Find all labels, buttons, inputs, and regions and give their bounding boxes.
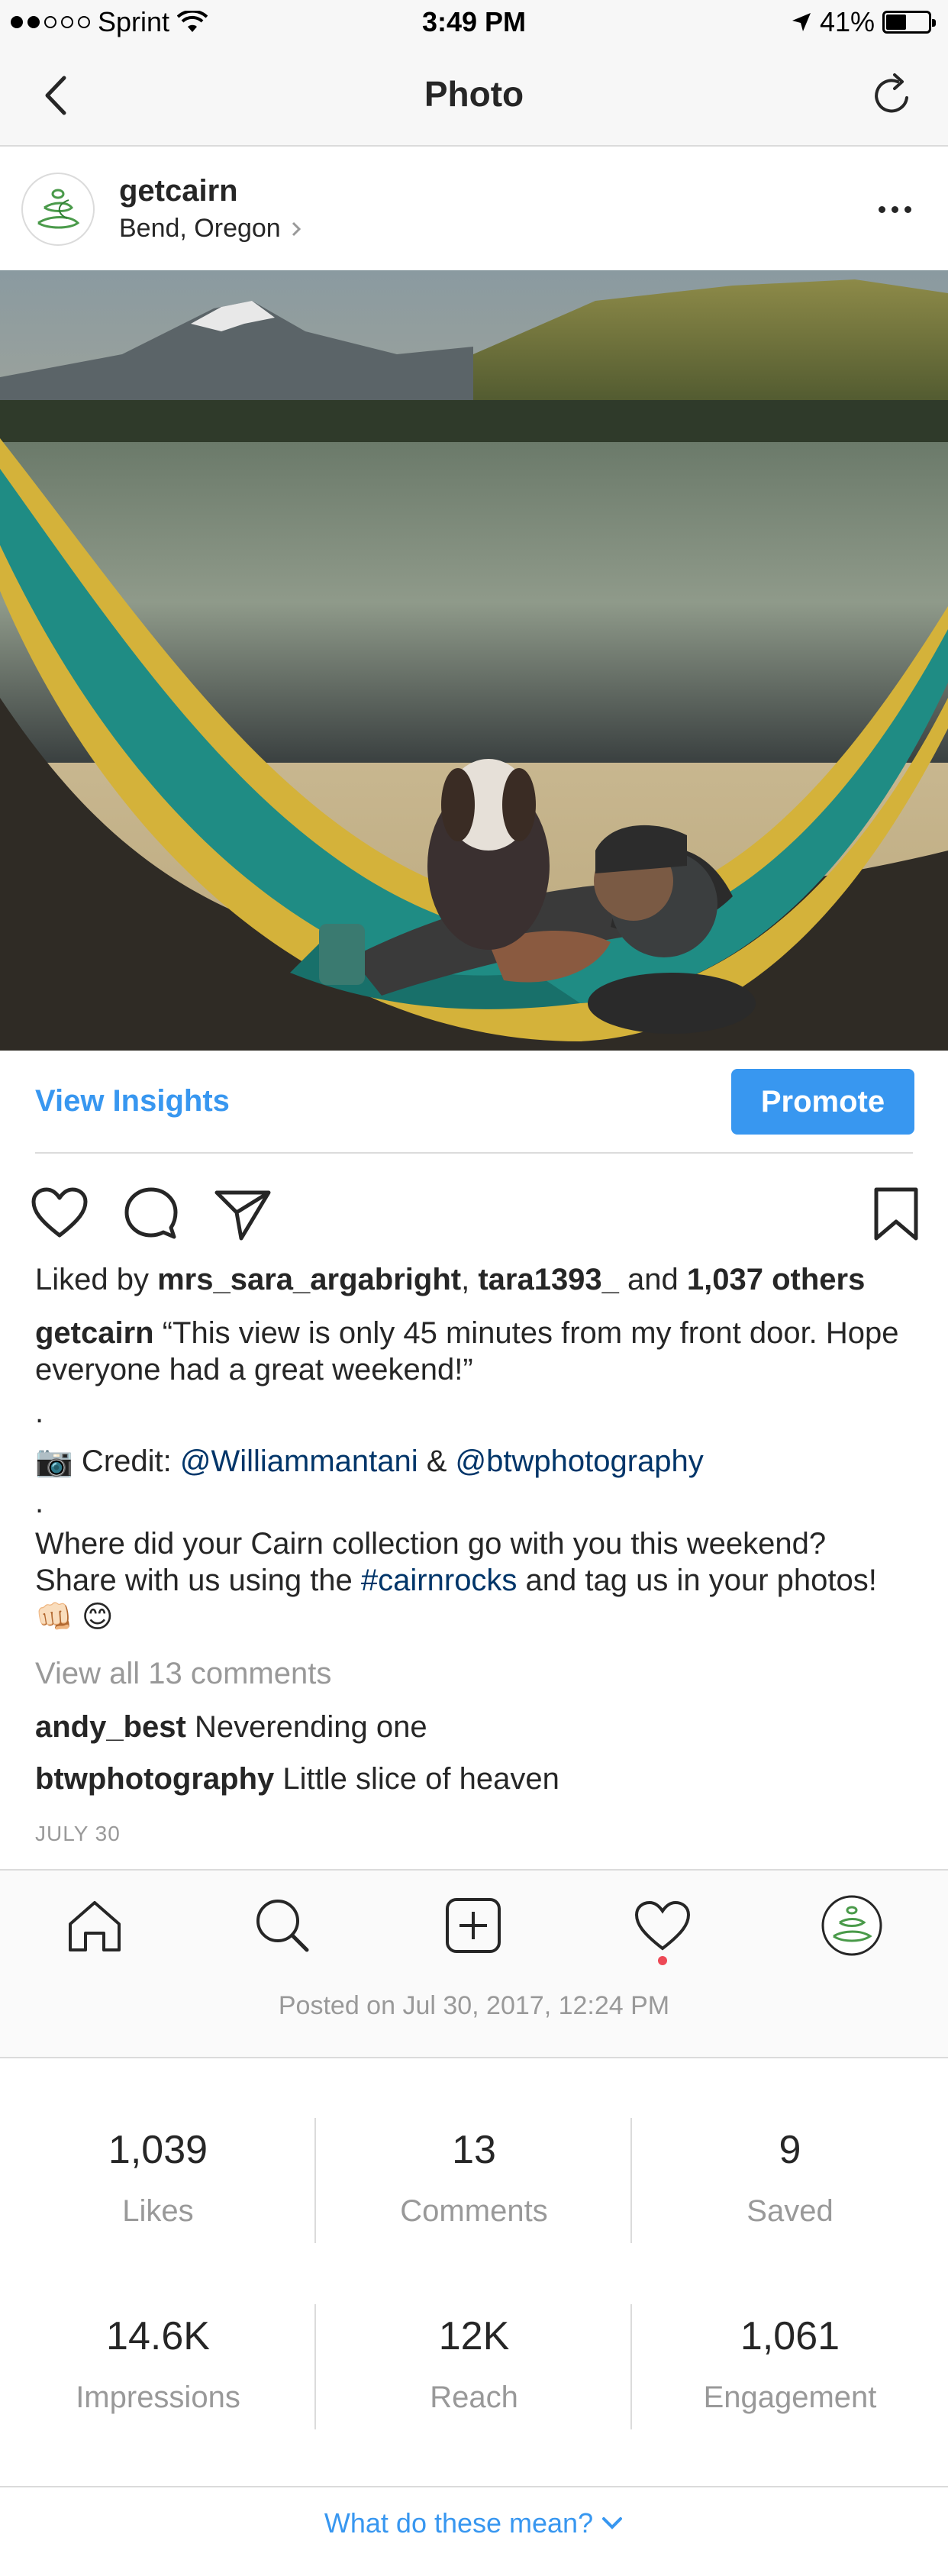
- stat-value: 13: [452, 2128, 496, 2172]
- chevron-right-icon: [292, 221, 301, 236]
- stat-label: Engagement: [703, 2381, 877, 2414]
- caption-username[interactable]: getcairn: [35, 1316, 154, 1350]
- stat-reach: 12K Reach: [316, 2313, 632, 2415]
- stat-saved: 9 Saved: [632, 2127, 948, 2229]
- avatar[interactable]: [21, 173, 95, 246]
- liker-1[interactable]: mrs_sara_argabright: [157, 1263, 461, 1296]
- comment-bubble-icon[interactable]: [121, 1183, 182, 1244]
- send-paper-plane-icon[interactable]: [212, 1183, 273, 1244]
- what-do-these-mean-link[interactable]: What do these mean?: [0, 2507, 948, 2539]
- stat-label: Comments: [400, 2194, 548, 2228]
- insights-row: View Insights Promote: [0, 1051, 948, 1153]
- status-right: 41%: [791, 6, 936, 38]
- caption: getcairn “This view is only 45 minutes f…: [35, 1315, 913, 1388]
- stat-value: 9: [779, 2128, 801, 2172]
- stat-label: Impressions: [76, 2381, 240, 2414]
- liker-2[interactable]: tara1393_: [478, 1263, 619, 1296]
- more-horizontal-icon[interactable]: [872, 200, 917, 218]
- stat-impressions: 14.6K Impressions: [0, 2313, 316, 2415]
- post-photo[interactable]: [0, 270, 948, 1051]
- view-all-comments-link[interactable]: View all 13 comments: [35, 1655, 913, 1692]
- bookmark-icon[interactable]: [866, 1183, 927, 1244]
- stat-engagement: 1,061 Engagement: [632, 2313, 948, 2415]
- status-bar: Sprint 3:49 PM 41%: [0, 0, 948, 46]
- divider: [630, 2304, 632, 2429]
- stat-label: Saved: [746, 2194, 834, 2228]
- tab-bar: [0, 1869, 948, 1977]
- add-post-icon[interactable]: [441, 1893, 505, 1958]
- divider: [314, 2304, 316, 2429]
- credit-handle-1[interactable]: @Williammantani: [180, 1445, 418, 1478]
- credit-label: Credit:: [73, 1445, 180, 1478]
- page-title: Photo: [424, 74, 524, 114]
- post-actions: [0, 1160, 948, 1260]
- insights-stats: 1,039 Likes 13 Comments 9 Saved 14.6K Im…: [0, 2058, 948, 2486]
- comment-item: andy_best Neverending one: [35, 1709, 913, 1745]
- stat-value: 12K: [438, 2314, 510, 2358]
- post-username[interactable]: getcairn: [119, 174, 238, 208]
- comment-text: Little slice of heaven: [274, 1762, 559, 1796]
- likes-sep: ,: [461, 1263, 479, 1296]
- caption-text: “This view is only 45 minutes from my fr…: [35, 1316, 899, 1386]
- stat-value: 14.6K: [106, 2314, 210, 2358]
- caption-question: Where did your Cairn collection go with …: [35, 1525, 913, 1635]
- post-header: getcairn Bend, Oregon: [0, 147, 948, 270]
- divider: [630, 2118, 632, 2243]
- hammock-lake-photo: [0, 270, 948, 1051]
- stat-likes: 1,039 Likes: [0, 2127, 316, 2229]
- stat-value: 1,039: [108, 2128, 208, 2172]
- likes-prefix: Liked by: [35, 1263, 158, 1296]
- battery-percent: 41%: [819, 6, 875, 37]
- heart-icon[interactable]: [29, 1183, 90, 1244]
- profile-avatar-icon[interactable]: [820, 1893, 884, 1958]
- post-date: JULY 30: [35, 1822, 121, 1845]
- stat-label: Likes: [122, 2194, 194, 2228]
- camera-emoji: 📷: [35, 1445, 73, 1478]
- view-insights-link[interactable]: View Insights: [35, 1084, 230, 1119]
- battery-icon: [882, 11, 936, 34]
- home-icon[interactable]: [63, 1893, 127, 1958]
- cairn-logo-icon: [37, 189, 80, 229]
- posted-section: Posted on Jul 30, 2017, 12:24 PM: [0, 1977, 948, 2058]
- chevron-down-icon: [602, 2517, 623, 2529]
- stat-label: Reach: [430, 2381, 518, 2414]
- divider: [35, 1152, 913, 1154]
- refresh-icon[interactable]: [867, 69, 917, 122]
- nav-bar: Photo: [0, 46, 948, 147]
- notification-dot: [658, 1956, 667, 1965]
- promote-button[interactable]: Promote: [731, 1069, 914, 1135]
- comment-item: btwphotography Little slice of heaven: [35, 1761, 913, 1797]
- comment-username[interactable]: btwphotography: [35, 1762, 274, 1796]
- divider: [314, 2118, 316, 2243]
- likes-line: Liked by mrs_sara_argabright, tara1393_ …: [35, 1261, 913, 1298]
- comment-username[interactable]: andy_best: [35, 1710, 186, 1744]
- post-location[interactable]: Bend, Oregon: [119, 214, 302, 244]
- comment-text: Neverending one: [185, 1710, 427, 1744]
- caption-dot-2: .: [35, 1486, 44, 1519]
- stat-value: 1,061: [740, 2314, 840, 2358]
- location-label: Bend, Oregon: [119, 214, 281, 243]
- credit-amp: &: [418, 1445, 456, 1478]
- posted-on-text: Posted on Jul 30, 2017, 12:24 PM: [278, 1991, 670, 2020]
- credit-handle-2[interactable]: @btwphotography: [456, 1445, 704, 1478]
- search-icon[interactable]: [250, 1893, 314, 1958]
- stat-comments: 13 Comments: [316, 2127, 632, 2229]
- divider: [0, 2486, 948, 2487]
- help-link-label: What do these mean?: [324, 2507, 594, 2539]
- likes-others[interactable]: 1,037 others: [687, 1263, 865, 1296]
- activity-heart-icon[interactable]: [630, 1893, 695, 1958]
- likes-and: and: [618, 1263, 687, 1296]
- caption-dot-1: .: [35, 1396, 44, 1429]
- location-arrow-icon: [792, 13, 811, 31]
- hashtag-link[interactable]: #cairnrocks: [361, 1564, 518, 1597]
- caption-credit: 📷 Credit: @Williammantani & @btwphotogra…: [35, 1443, 913, 1480]
